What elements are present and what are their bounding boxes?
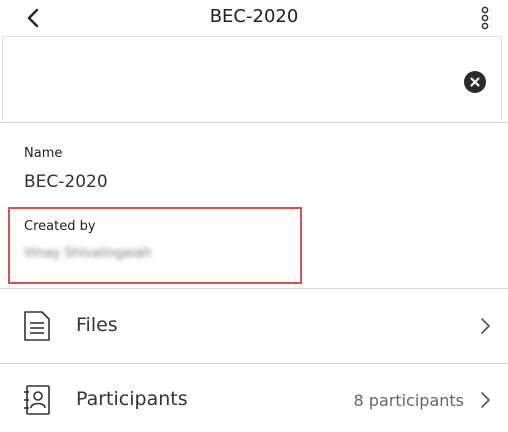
chevron-right-icon — [481, 392, 490, 408]
chevron-right-icon — [481, 318, 490, 334]
participants-row[interactable]: Participants 8 participants — [0, 364, 508, 432]
files-label: Files — [76, 314, 118, 336]
close-icon — [470, 77, 480, 87]
participants-count: 8 participants — [353, 391, 464, 410]
top-app-bar: BEC-2020 — [0, 0, 508, 36]
name-label: Name — [24, 146, 63, 161]
divider — [0, 122, 508, 123]
document-icon — [24, 311, 50, 341]
clear-button[interactable] — [464, 71, 486, 93]
more-vertical-icon — [481, 6, 489, 30]
contacts-book-icon — [24, 385, 50, 415]
created-by-label: Created by — [24, 219, 96, 234]
name-value: BEC-2020 — [24, 172, 108, 192]
created-by-value: Vinay Shivalingaiah — [24, 246, 152, 261]
participants-label: Participants — [76, 388, 188, 410]
files-row[interactable]: Files — [0, 290, 508, 362]
details-page: BEC-2020 Name BEC-2020 Created by Vinay … — [0, 0, 508, 432]
banner-area — [2, 36, 502, 121]
divider — [0, 288, 508, 289]
page-title: BEC-2020 — [209, 6, 299, 27]
more-options-button[interactable] — [476, 6, 494, 30]
